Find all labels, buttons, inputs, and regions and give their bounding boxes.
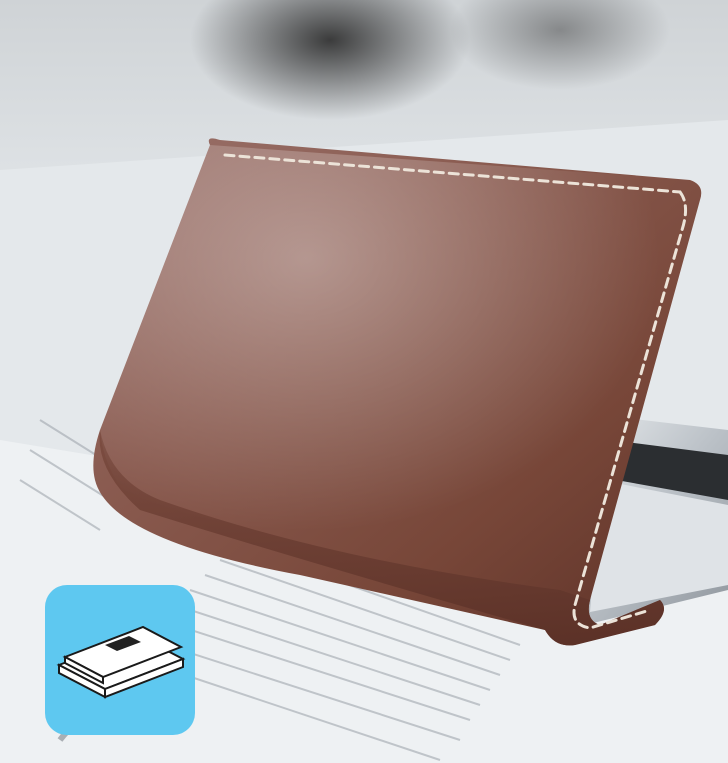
photo-frame	[0, 0, 728, 763]
card-holder-icon	[45, 585, 195, 735]
card-holder-badge	[45, 585, 195, 735]
